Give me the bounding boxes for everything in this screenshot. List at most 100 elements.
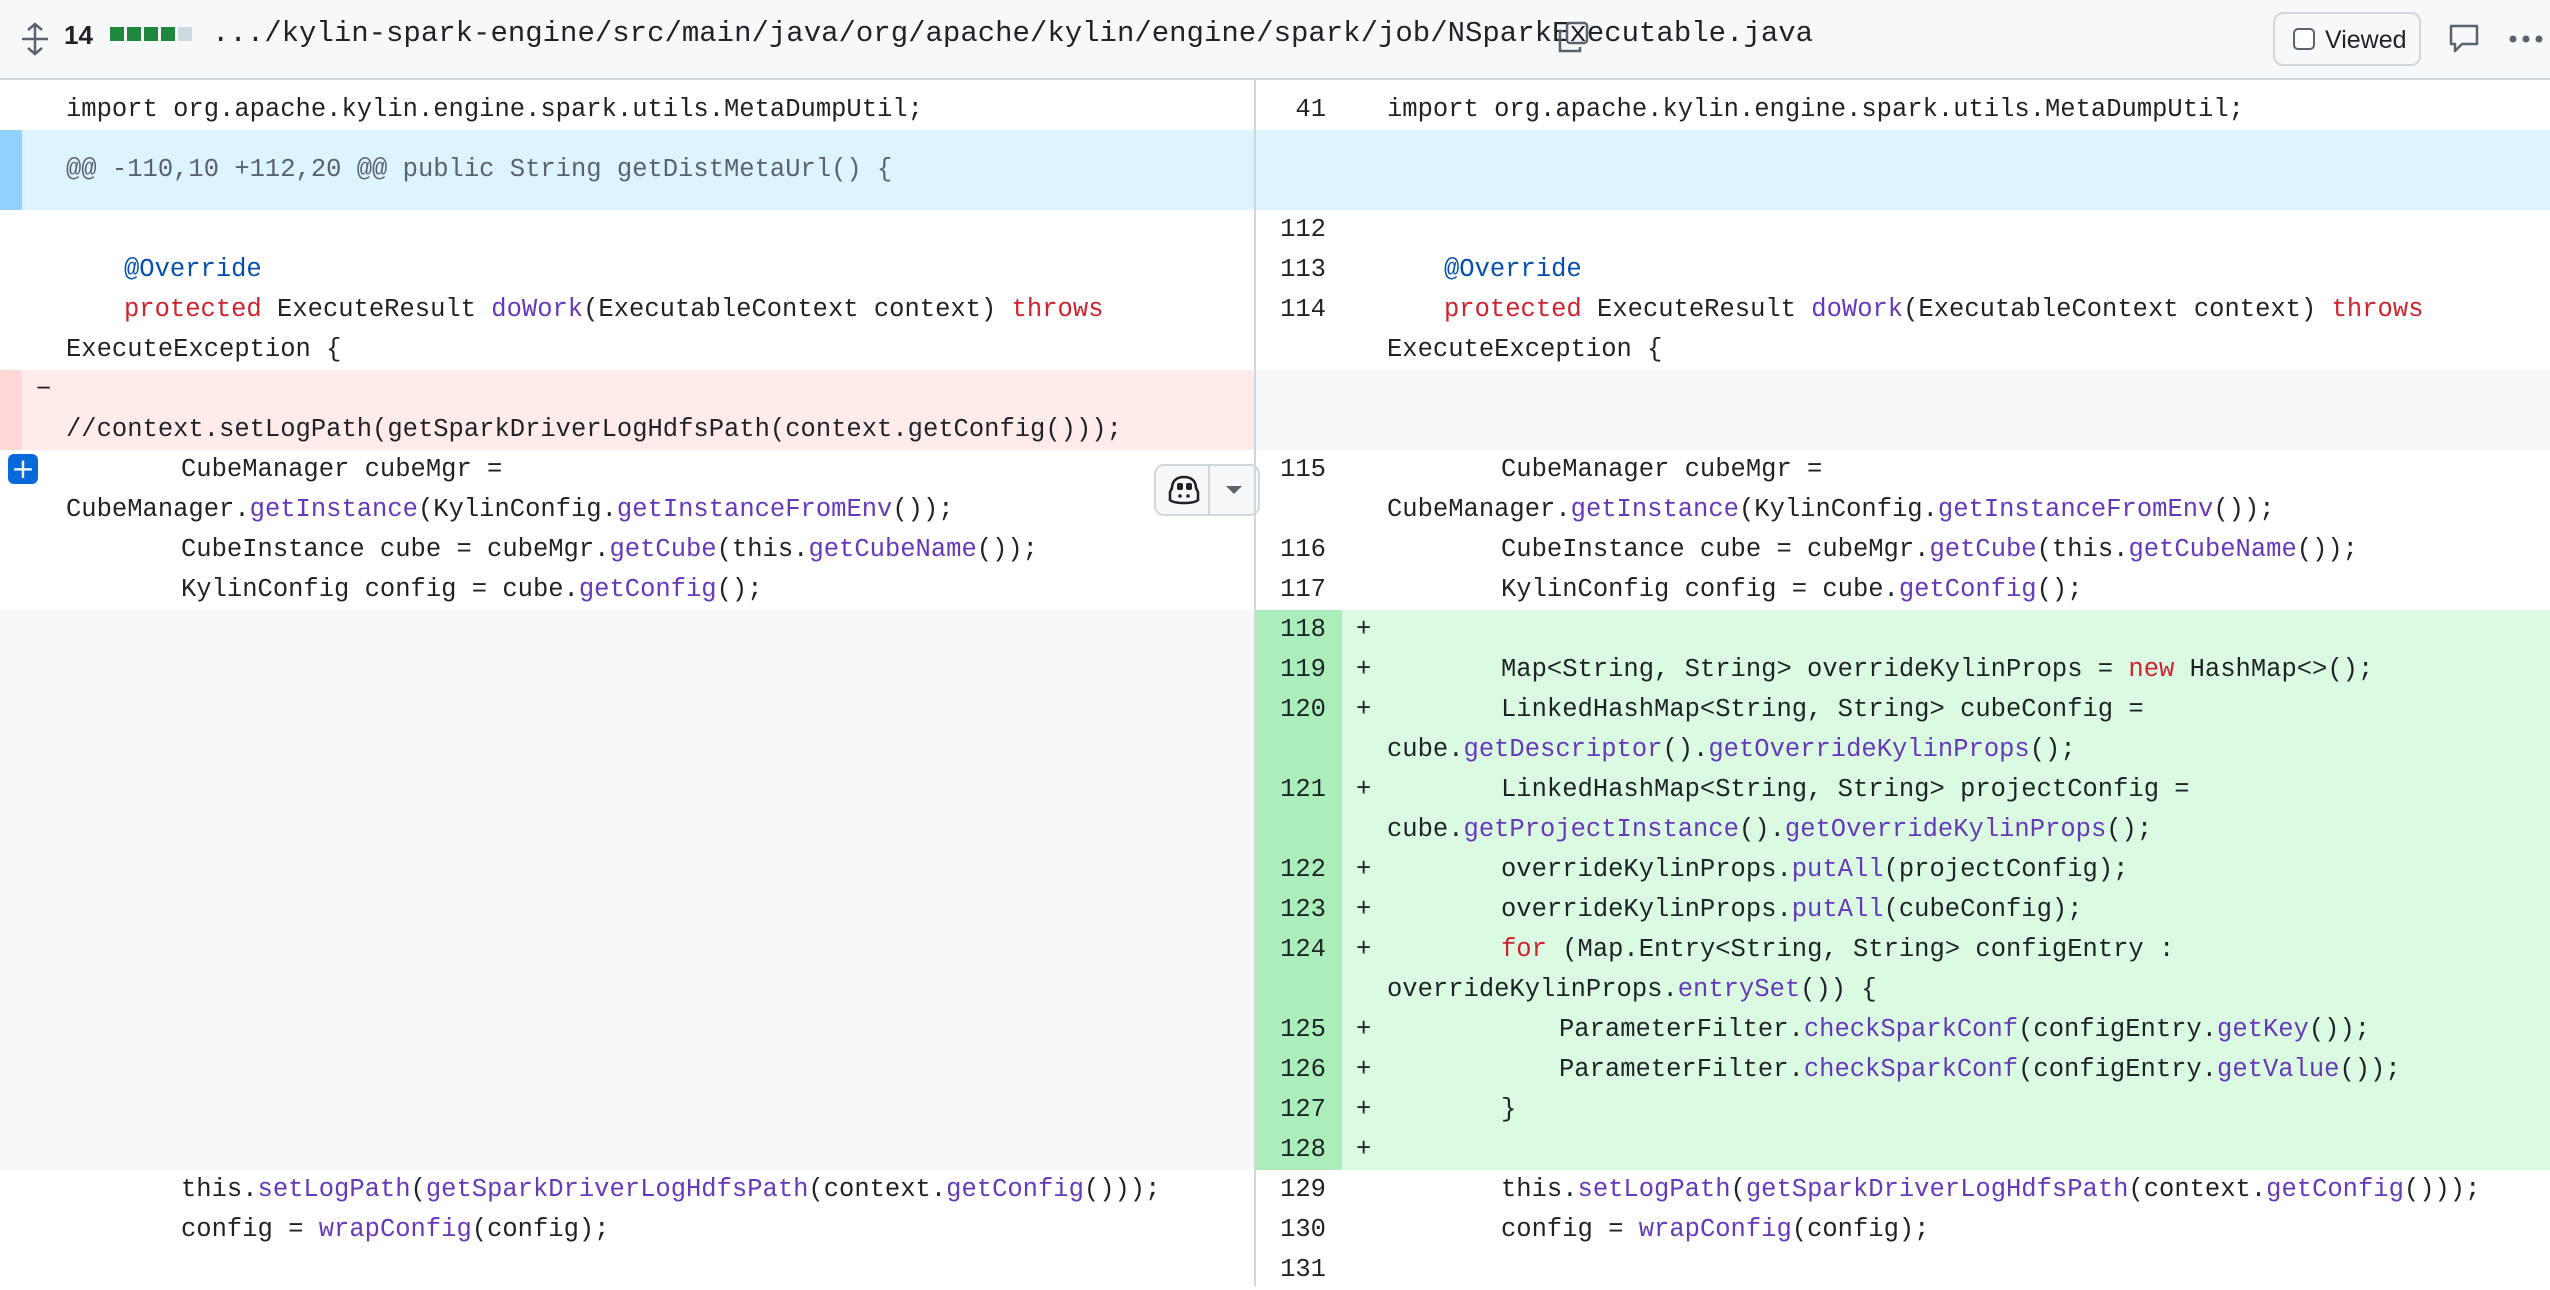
diff-row: @Override 113 @Override: [0, 250, 2550, 290]
added-code: overrideKylinProps.putAll(projectConfig)…: [1501, 855, 2129, 884]
left-code-line: KylinConfig config = cube.getConfig();: [181, 575, 763, 604]
added-row: 120 + LinkedHashMap<String, String> cube…: [0, 690, 2550, 770]
added-code-wrap: overrideKylinProps.entrySet()) {: [1387, 975, 1877, 1004]
addition-marker: +: [1356, 1095, 1372, 1124]
left-code-line: CubeManager cubeMgr =: [181, 455, 503, 484]
right-line-number[interactable]: 114: [1256, 290, 1326, 330]
right-code-line: this.setLogPath(getSparkDriverLogHdfsPat…: [1501, 1175, 2481, 1204]
right-line-number[interactable]: 115: [1256, 450, 1326, 490]
right-line-number[interactable]: 41: [1256, 90, 1326, 130]
right-code-line: KylinConfig config = cube.getConfig();: [1501, 575, 2083, 604]
left-code-line: config = wrapConfig(config);: [181, 1215, 610, 1244]
left-dowork-wrap: ExecuteException {: [66, 335, 342, 364]
addition-marker: +: [1356, 615, 1372, 644]
right-line-number[interactable]: 118: [1256, 610, 1326, 650]
right-line-number[interactable]: 126: [1256, 1050, 1326, 1090]
added-row: 125 + ParameterFilter.checkSparkConf(con…: [0, 1010, 2550, 1050]
diff-row-import: import org.apache.kylin.engine.spark.uti…: [0, 78, 2550, 130]
added-row: 126 + ParameterFilter.checkSparkConf(con…: [0, 1050, 2550, 1090]
right-line-number[interactable]: 127: [1256, 1090, 1326, 1130]
empty-right-cell: [1256, 370, 2550, 450]
diff-row: + CubeManager cubeMgr = CubeManager.getI…: [0, 450, 2550, 530]
right-code-line: config = wrapConfig(config);: [1501, 1215, 1930, 1244]
deleted-code: //context.setLogPath(getSparkDriverLogHd…: [66, 415, 1122, 444]
viewed-checkbox[interactable]: [2293, 28, 2315, 50]
deleted-gutter: [0, 370, 22, 450]
diff-row: KylinConfig config = cube.getConfig(); 1…: [0, 570, 2550, 610]
right-line-number[interactable]: 123: [1256, 890, 1326, 930]
diff-row: protected ExecuteResult doWork(Executabl…: [0, 290, 2550, 370]
right-code-line: CubeInstance cube = cubeMgr.getCube(this…: [1501, 535, 2358, 564]
right-line-number[interactable]: 117: [1256, 570, 1326, 610]
added-row: 128 +: [0, 1130, 2550, 1170]
copilot-icon[interactable]: [1166, 474, 1202, 506]
hunk-header: @@ -110,10 +112,20 @@ public String getD…: [0, 130, 2550, 210]
file-header: 14 .../kylin-spark-engine/src/main/java/…: [0, 0, 2550, 80]
added-row: 122 + overrideKylinProps.putAll(projectC…: [0, 850, 2550, 890]
copy-icon[interactable]: [1556, 20, 1590, 54]
addition-marker: +: [1356, 855, 1372, 884]
addition-marker: +: [1356, 935, 1372, 964]
right-line-number[interactable]: 122: [1256, 850, 1326, 890]
right-line-number[interactable]: 128: [1256, 1130, 1326, 1170]
split-divider: [1254, 78, 1256, 1286]
diff-row: this.setLogPath(getSparkDriverLogHdfsPat…: [0, 1170, 2550, 1210]
chevron-down-icon[interactable]: [1224, 484, 1244, 496]
diff-row: CubeInstance cube = cubeMgr.getCube(this…: [0, 530, 2550, 570]
added-code: for (Map.Entry<String, String> configEnt…: [1501, 935, 2175, 964]
diff-row: 131: [0, 1250, 2550, 1286]
comment-icon[interactable]: [2448, 22, 2480, 54]
right-line-number[interactable]: 131: [1256, 1250, 1326, 1290]
right-code-line: CubeManager cubeMgr =: [1501, 455, 1823, 484]
left-annotation: @Override: [124, 255, 262, 284]
changes-count: 14: [64, 20, 93, 50]
right-line-number[interactable]: 116: [1256, 530, 1326, 570]
added-row: 127 + }: [0, 1090, 2550, 1130]
hunk-expand-gutter[interactable]: [0, 130, 22, 210]
addition-marker: +: [1356, 1055, 1372, 1084]
addition-marker: +: [1356, 695, 1372, 724]
addition-marker: +: [1356, 895, 1372, 924]
added-code: ParameterFilter.checkSparkConf(configEnt…: [1559, 1055, 2401, 1084]
copilot-menu[interactable]: [1154, 464, 1260, 516]
expand-icon[interactable]: [20, 22, 50, 56]
right-dowork-wrap: ExecuteException {: [1387, 335, 1663, 364]
kebab-icon[interactable]: [2508, 34, 2544, 44]
add-comment-button[interactable]: +: [8, 454, 38, 484]
addition-marker: +: [1356, 775, 1372, 804]
left-code-wrap: CubeManager.getInstance(KylinConfig.getI…: [66, 495, 954, 524]
added-code-wrap: cube.getDescriptor().getOverrideKylinPro…: [1387, 735, 2076, 764]
deleted-row: − //context.setLogPath(getSparkDriverLog…: [0, 370, 2550, 450]
right-line-number[interactable]: 125: [1256, 1010, 1326, 1050]
viewed-label: Viewed: [2325, 26, 2407, 54]
added-code: ParameterFilter.checkSparkConf(configEnt…: [1559, 1015, 2371, 1044]
added-code-wrap: cube.getProjectInstance().getOverrideKyl…: [1387, 815, 2153, 844]
right-line-number[interactable]: 130: [1256, 1210, 1326, 1250]
right-dowork-line: protected ExecuteResult doWork(Executabl…: [1444, 295, 2424, 324]
added-row: 119 + Map<String, String> overrideKylinP…: [0, 650, 2550, 690]
left-code-line: this.setLogPath(getSparkDriverLogHdfsPat…: [181, 1175, 1161, 1204]
right-line-number[interactable]: 112: [1256, 210, 1326, 250]
right-line-number[interactable]: 119: [1256, 650, 1326, 690]
added-code: LinkedHashMap<String, String> projectCon…: [1501, 775, 2190, 804]
addition-marker: +: [1356, 1135, 1372, 1164]
right-code-wrap: CubeManager.getInstance(KylinConfig.getI…: [1387, 495, 2275, 524]
addition-marker: +: [1356, 655, 1372, 684]
right-line-number[interactable]: 120: [1256, 690, 1326, 730]
right-line-number[interactable]: 121: [1256, 770, 1326, 810]
addition-marker: +: [1356, 1015, 1372, 1044]
right-line-number[interactable]: 129: [1256, 1170, 1326, 1210]
left-dowork-line: protected ExecuteResult doWork(Executabl…: [124, 295, 1104, 324]
right-annotation: @Override: [1444, 255, 1582, 284]
diff-row: config = wrapConfig(config); 130 config …: [0, 1210, 2550, 1250]
deletion-marker: −: [36, 375, 52, 404]
diff-row: 112: [0, 210, 2550, 250]
viewed-toggle[interactable]: Viewed: [2273, 12, 2421, 66]
added-row: 123 + overrideKylinProps.putAll(cubeConf…: [0, 890, 2550, 930]
left-code-line: CubeInstance cube = cubeMgr.getCube(this…: [181, 535, 1038, 564]
right-line-number[interactable]: 113: [1256, 250, 1326, 290]
right-line-number[interactable]: 124: [1256, 930, 1326, 970]
hunk-header-text: @@ -110,10 +112,20 @@ public String getD…: [66, 155, 893, 184]
added-code: overrideKylinProps.putAll(cubeConfig);: [1501, 895, 2083, 924]
added-row: 124 + for (Map.Entry<String, String> con…: [0, 930, 2550, 1010]
